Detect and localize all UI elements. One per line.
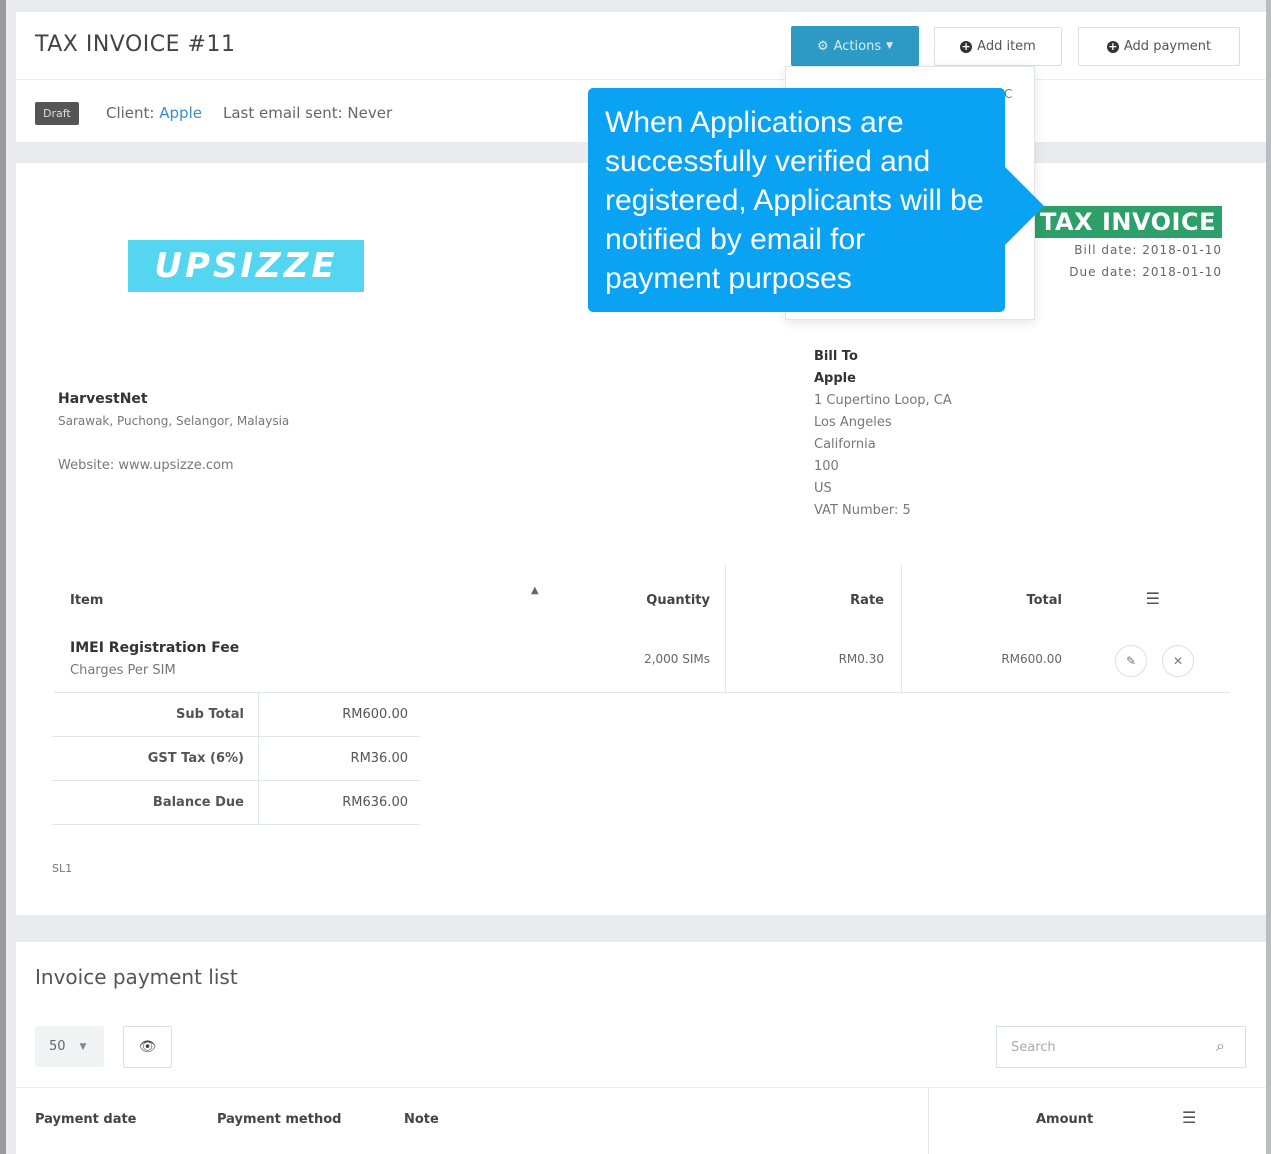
totals-row: Balance Due RM636.00 <box>52 781 420 825</box>
totals-table: Sub Total RM600.00 GST Tax (6%) RM36.00 … <box>52 693 420 825</box>
invoice-note: SL1 <box>52 862 73 875</box>
bill-to-zip: 100 <box>814 459 839 474</box>
column-header-amount[interactable]: Amount <box>1036 1112 1093 1127</box>
item-description: Charges Per SIM <box>70 663 176 678</box>
delete-item-button[interactable]: ✕ <box>1162 645 1194 677</box>
company-address: Sarawak, Puchong, Selangor, Malaysia <box>58 414 290 428</box>
subtotal-value: RM600.00 <box>342 707 408 722</box>
eye-slash-icon: 👁 <box>138 1039 157 1055</box>
bill-to-street: 1 Cupertino Loop, CA <box>814 393 952 408</box>
page-size-select[interactable]: 50 ▼ <box>35 1026 104 1067</box>
pencil-icon: ✎ <box>1125 654 1137 668</box>
subtotal-label: Sub Total <box>176 707 244 722</box>
add-payment-button[interactable]: + Add payment <box>1078 27 1240 66</box>
client-info: Client: Apple <box>106 104 202 122</box>
company-website: Website: www.upsizze.com <box>58 458 234 473</box>
totals-divider <box>258 781 259 825</box>
add-payment-label: Add payment <box>1123 39 1212 54</box>
bill-to-state: California <box>814 437 876 452</box>
payment-table-divider <box>16 1087 1266 1088</box>
page-size-value: 50 <box>49 1039 66 1054</box>
item-name: IMEI Registration Fee <box>70 640 240 656</box>
actions-button-label: Actions <box>833 38 882 54</box>
add-item-button[interactable]: + Add item <box>934 27 1062 66</box>
column-header-note[interactable]: Note <box>404 1112 439 1127</box>
column-visibility-button[interactable]: 👁 <box>123 1026 172 1068</box>
status-badge: Draft <box>35 102 79 125</box>
balance-due-value: RM636.00 <box>342 795 408 810</box>
page-title: TAX INVOICE #11 <box>35 32 236 57</box>
client-prefix: Client: <box>106 104 155 122</box>
bill-to-country: US <box>814 481 832 496</box>
window-frame-right <box>1266 0 1271 1154</box>
column-header-rate[interactable]: Rate <box>850 593 884 608</box>
column-header-payment-date[interactable]: Payment date <box>35 1112 137 1127</box>
due-date: Due date: 2018-01-10 <box>1069 265 1222 279</box>
column-header-item[interactable]: Item <box>70 593 103 608</box>
close-icon: ✕ <box>1172 654 1184 668</box>
totals-divider <box>258 737 259 781</box>
tooltip-callout: When Applications are successfully verif… <box>588 88 1005 312</box>
tooltip-callout-arrow <box>1004 166 1044 246</box>
actions-button[interactable]: ⚙ Actions ▼ <box>791 26 919 66</box>
column-header-quantity[interactable]: Quantity <box>646 593 710 608</box>
search-icon[interactable]: ⌕ <box>1216 1036 1225 1056</box>
column-divider <box>901 565 902 637</box>
column-divider <box>725 637 726 693</box>
column-divider <box>928 1088 929 1154</box>
column-header-total[interactable]: Total <box>1026 593 1062 608</box>
column-menu-icon[interactable]: ☰ <box>1146 589 1160 608</box>
gear-icon: ⚙ <box>816 38 829 54</box>
column-header-payment-method[interactable]: Payment method <box>217 1112 341 1127</box>
bill-to-vat: VAT Number: 5 <box>814 503 911 518</box>
column-menu-icon[interactable]: ☰ <box>1182 1108 1196 1127</box>
item-total: RM600.00 <box>1001 652 1062 666</box>
client-link[interactable]: Apple <box>159 104 202 122</box>
balance-due-label: Balance Due <box>152 795 244 810</box>
invoice-payment-list-panel: Invoice payment list 50 ▼ 👁 ⌕ Payment da… <box>16 942 1266 1154</box>
dropdown-item-fragment[interactable]: C <box>1004 87 1012 101</box>
header-divider <box>16 79 1266 80</box>
column-divider <box>901 637 902 693</box>
plus-circle-icon: + <box>960 39 973 53</box>
totals-row: GST Tax (6%) RM36.00 <box>52 737 420 781</box>
item-rate: RM0.30 <box>838 652 884 666</box>
edit-item-button[interactable]: ✎ <box>1115 645 1147 677</box>
plus-circle-icon: + <box>1106 39 1119 53</box>
last-email-sent: Last email sent: Never <box>223 104 393 122</box>
caret-down-icon: ▼ <box>886 41 894 51</box>
caret-down-icon: ▼ <box>79 1041 87 1052</box>
bill-to-heading: Bill To <box>814 349 858 364</box>
item-quantity: 2,000 SIMs <box>644 652 710 666</box>
bill-to-city: Los Angeles <box>814 415 892 430</box>
column-divider <box>725 565 726 637</box>
company-name: HarvestNet <box>58 391 148 407</box>
bill-to-block: Bill To Apple 1 Cupertino Loop, CA Los A… <box>814 346 952 522</box>
totals-row: Sub Total RM600.00 <box>52 693 420 737</box>
window-frame-left <box>0 0 6 1154</box>
payment-list-title: Invoice payment list <box>35 965 238 989</box>
bill-to-name: Apple <box>814 371 856 386</box>
bill-date: Bill date: 2018-01-10 <box>1074 243 1222 257</box>
tax-label: GST Tax (6%) <box>147 751 244 766</box>
company-logo: UPSIZZE <box>128 240 364 292</box>
table-row: IMEI Registration Fee Charges Per SIM 2,… <box>54 637 1230 693</box>
add-item-label: Add item <box>977 39 1036 54</box>
totals-divider <box>258 693 259 737</box>
tax-value: RM36.00 <box>350 751 408 766</box>
search-input[interactable] <box>996 1026 1246 1068</box>
sort-up-icon[interactable]: ▲ <box>531 585 539 596</box>
items-table-header: Item ▲ Quantity Rate Total ☰ <box>54 565 1230 637</box>
